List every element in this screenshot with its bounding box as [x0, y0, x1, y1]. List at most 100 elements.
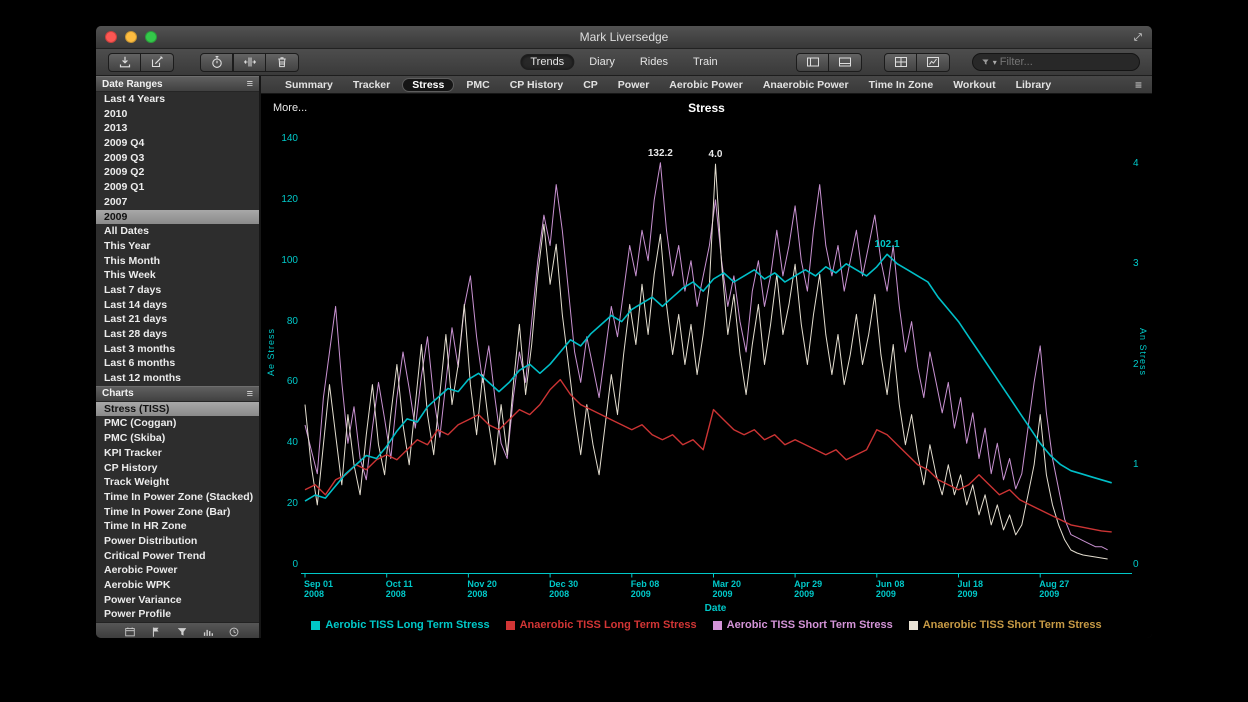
x-axis-tick: Feb 082009 — [631, 579, 660, 599]
y-axis-left-tick: 20 — [261, 498, 298, 509]
date-range-item-2009-q4[interactable]: 2009 Q4 — [96, 136, 259, 151]
toolbar-tab-trends[interactable]: Trends — [520, 54, 574, 70]
legend-item-aerobic-tiss-short-term-stress: Aerobic TISS Short Term Stress — [713, 619, 893, 631]
fullscreen-icon[interactable] — [1132, 31, 1144, 43]
chart-item-time-in-power-zone-stacked[interactable]: Time In Power Zone (Stacked) — [96, 490, 259, 505]
chart-item-power-distribution[interactable]: Power Distribution — [96, 534, 259, 549]
minimize-button[interactable] — [125, 31, 137, 43]
tab-cp[interactable]: CP — [575, 78, 606, 92]
filter-input[interactable] — [1000, 56, 1131, 68]
desktop-background: Mark Liversedge — [0, 0, 1248, 702]
main-area: Date Ranges ≡ Last 4 Years201020132009 Q… — [96, 76, 1152, 638]
date-range-item-last-6-months[interactable]: Last 6 months — [96, 356, 259, 371]
date-range-item-all-dates[interactable]: All Dates — [96, 224, 259, 239]
chart-item-cp-history[interactable]: CP History — [96, 461, 259, 476]
chart-item-aerobic-wpk[interactable]: Aerobic WPK — [96, 578, 259, 593]
date-range-item-this-week[interactable]: This Week — [96, 268, 259, 283]
menu-icon[interactable]: ≡ — [247, 388, 253, 400]
x-axis-line — [301, 574, 1132, 578]
y-axis-left-tick: 80 — [261, 316, 298, 327]
chart-item-time-in-power-zone-bar[interactable]: Time In Power Zone (Bar) — [96, 505, 259, 520]
y-axis-left-title: Ae Stress — [266, 328, 276, 376]
date-range-item-2009-q2[interactable]: 2009 Q2 — [96, 165, 259, 180]
trash-button[interactable] — [266, 53, 299, 72]
date-range-item-last-28-days[interactable]: Last 28 days — [96, 327, 259, 342]
chart-item-track-weight[interactable]: Track Weight — [96, 475, 259, 490]
tab-aerobic-power[interactable]: Aerobic Power — [661, 78, 751, 92]
tab-summary[interactable]: Summary — [277, 78, 341, 92]
date-range-item-2009-q3[interactable]: 2009 Q3 — [96, 151, 259, 166]
chart-item-pmc-coggan[interactable]: PMC (Coggan) — [96, 416, 259, 431]
window-title: Mark Liversedge — [96, 30, 1152, 44]
x-axis-tick: Dec 302008 — [549, 579, 578, 599]
stopwatch-button[interactable] — [200, 53, 233, 72]
chart-pane: More... Stress Aerobic TISS Long Term St… — [261, 94, 1152, 638]
peak-annotation: 102.1 — [875, 239, 900, 250]
chart-view-button[interactable] — [917, 53, 950, 72]
tab-pmc[interactable]: PMC — [458, 78, 497, 92]
date-range-item-2007[interactable]: 2007 — [96, 195, 259, 210]
menu-icon[interactable]: ≡ — [247, 78, 253, 90]
chart-item-pmc-skiba[interactable]: PMC (Skiba) — [96, 431, 259, 446]
zoom-button[interactable] — [145, 31, 157, 43]
funnel-icon[interactable] — [176, 626, 188, 638]
date-range-item-this-year[interactable]: This Year — [96, 239, 259, 254]
toolbar-tab-diary[interactable]: Diary — [579, 54, 625, 70]
chart-item-kpi-tracker[interactable]: KPI Tracker — [96, 446, 259, 461]
tab-workout[interactable]: Workout — [945, 78, 1003, 92]
date-range-item-last-3-months[interactable]: Last 3 months — [96, 342, 259, 357]
date-range-item-last-14-days[interactable]: Last 14 days — [96, 298, 259, 313]
filter-field[interactable]: ▾ — [972, 53, 1140, 71]
tab-library[interactable]: Library — [1008, 78, 1060, 92]
x-axis-title: Date — [705, 603, 727, 614]
date-range-item-last-12-months[interactable]: Last 12 months — [96, 371, 259, 386]
chart-item-stress-tiss[interactable]: Stress (TISS) — [96, 402, 259, 417]
tab-tracker[interactable]: Tracker — [345, 78, 398, 92]
content-area: Summary Tracker Stress PMC CP HistoryCP Power… — [261, 76, 1152, 638]
split-view-button[interactable] — [233, 53, 266, 72]
date-range-item-last-7-days[interactable]: Last 7 days — [96, 283, 259, 298]
flag-icon[interactable] — [150, 626, 162, 638]
view-switcher: Trends Diary Rides Train — [520, 54, 727, 70]
date-range-item-2009[interactable]: 2009 — [96, 210, 259, 225]
stats-bars-icon[interactable] — [202, 626, 214, 638]
tab-time-in-zone[interactable]: Time In Zone — [861, 78, 942, 92]
y-axis-right-tick: 0 — [1133, 559, 1139, 570]
tab-cp-history[interactable]: CP History — [502, 78, 572, 92]
y-axis-left-tick: 0 — [261, 559, 298, 570]
toolbar-tab-rides[interactable]: Rides — [630, 54, 678, 70]
chart-item-aerobic-power[interactable]: Aerobic Power — [96, 563, 259, 578]
close-button[interactable] — [105, 31, 117, 43]
toolbar-right: ▾ — [796, 53, 1140, 72]
date-range-item-last-21-days[interactable]: Last 21 days — [96, 312, 259, 327]
more-link[interactable]: More... — [273, 102, 307, 114]
legend-label: Aerobic TISS Long Term Stress — [325, 619, 489, 631]
legend-item-anaerobic-tiss-long-term-stress: Anaerobic TISS Long Term Stress — [506, 619, 697, 631]
edit-button[interactable] — [141, 53, 174, 72]
tab-anaerobic-power[interactable]: Anaerobic Power — [755, 78, 857, 92]
date-range-item-2010[interactable]: 2010 — [96, 107, 259, 122]
sidebar-toggle-button[interactable] — [796, 53, 829, 72]
chart-item-power-profile[interactable]: Power Profile — [96, 607, 259, 622]
chart-item-power-variance[interactable]: Power Variance — [96, 593, 259, 608]
save-button[interactable] — [108, 53, 141, 72]
clock-icon[interactable] — [228, 626, 240, 638]
chart-tabbar: Summary Tracker Stress PMC CP HistoryCP Power… — [261, 76, 1152, 94]
date-range-item-last-4-years[interactable]: Last 4 Years — [96, 92, 259, 107]
tiled-view-button[interactable] — [884, 53, 917, 72]
legend-swatch — [713, 621, 722, 630]
calendar-icon[interactable] — [124, 626, 136, 638]
series-anaerobic-tiss-short-term-stress — [305, 164, 1108, 559]
bottombar-toggle-button[interactable] — [829, 53, 862, 72]
chart-item-critical-power-trend[interactable]: Critical Power Trend — [96, 549, 259, 564]
tab-stress[interactable]: Stress — [402, 78, 454, 92]
tab-power[interactable]: Power — [610, 78, 658, 92]
date-range-item-2013[interactable]: 2013 — [96, 121, 259, 136]
chart-item-time-in-hr-zone[interactable]: Time In HR Zone — [96, 519, 259, 534]
legend-item-anaerobic-tiss-short-term-stress: Anaerobic TISS Short Term Stress — [909, 619, 1102, 631]
date-range-item-2009-q1[interactable]: 2009 Q1 — [96, 180, 259, 195]
y-axis-left-tick: 40 — [261, 437, 298, 448]
date-range-item-this-month[interactable]: This Month — [96, 254, 259, 269]
toolbar-tab-train[interactable]: Train — [683, 54, 728, 70]
tabbar-menu-icon[interactable]: ≡ — [1135, 78, 1142, 92]
